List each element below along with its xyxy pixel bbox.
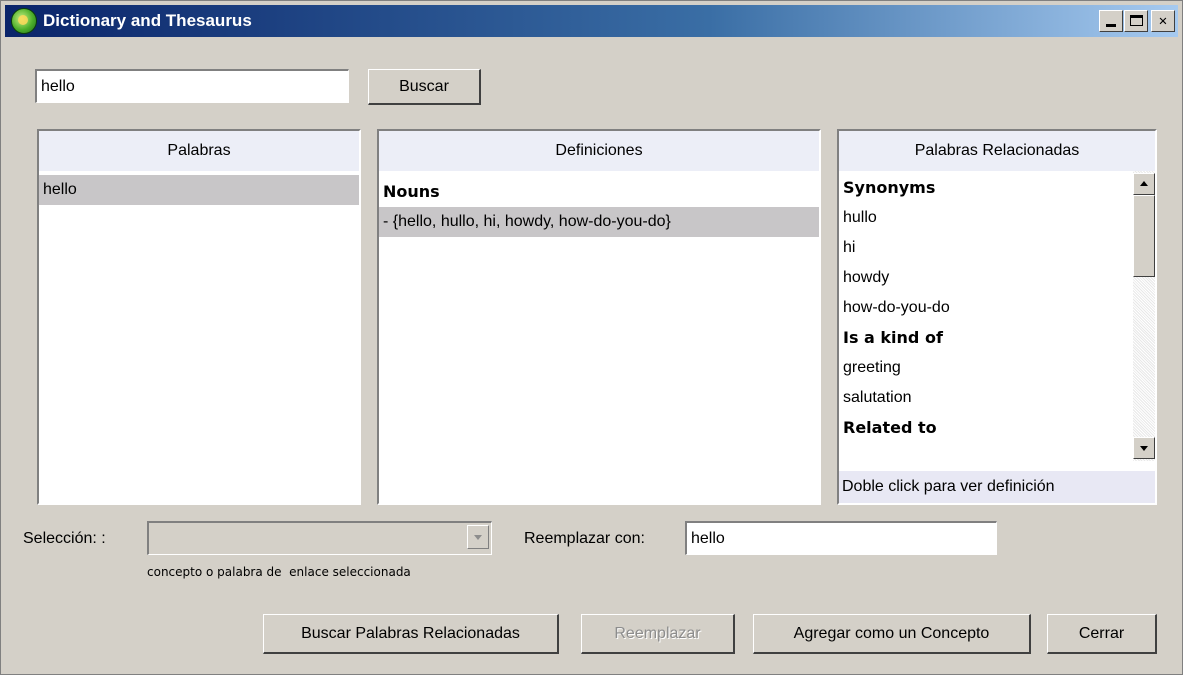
relacion-list-item[interactable]: hullo [839,203,1129,233]
maximize-icon [1130,15,1143,26]
arrow-down-icon [1140,446,1148,451]
relacion-list-item[interactable]: hi [839,233,1129,263]
close-icon: ✕ [1158,13,1168,29]
chevron-down-icon [474,535,482,540]
close-button[interactable]: ✕ [1151,10,1175,32]
definicion-list-item[interactable]: - {hello, hullo, hi, howdy, how-do-you-d… [379,207,819,237]
window-title: Dictionary and Thesaurus [43,11,252,30]
relacion-category-heading: Related to [843,418,937,437]
app-globe-icon[interactable] [11,8,37,34]
minimize-icon [1106,24,1116,27]
minimize-button[interactable] [1099,10,1123,32]
scroll-down-button[interactable] [1133,437,1155,459]
relacionadas-panel: Palabras Relacionadas Synonyms hullo hi how… [837,129,1157,505]
arrow-up-icon [1140,181,1148,186]
palabras-list[interactable]: hello [39,171,359,205]
dictionary-window: Dictionary and Thesaurus ✕ Buscar Palabr… [0,0,1183,675]
relacion-list-item[interactable]: how-do-you-do [839,293,1129,323]
definiciones-section-label: Nouns [383,182,440,201]
palabras-header: Palabras [39,131,359,171]
scroll-up-button[interactable] [1133,173,1155,195]
definiciones-list[interactable]: - {hello, hullo, hi, howdy, how-do-you-d… [379,207,819,237]
relacion-list-item[interactable]: howdy [839,263,1129,293]
search-button[interactable]: Buscar [368,69,481,105]
title-bar[interactable]: Dictionary and Thesaurus ✕ [5,5,1178,37]
definiciones-panel: Definiciones Nouns - {hello, hullo, hi, … [377,129,821,505]
maximize-button[interactable] [1124,10,1148,32]
seleccion-combobox[interactable] [147,521,492,555]
combo-dropdown-button[interactable] [467,525,489,549]
reemplazar-button[interactable]: Reemplazar [581,614,735,654]
relacion-category-heading: Synonyms [843,178,936,197]
relacionadas-list[interactable]: Synonyms hullo hi howdy how-do-you-do Is a ki… [839,171,1129,443]
search-input[interactable] [35,69,349,103]
agregar-concepto-button[interactable]: Agregar como un Concepto [753,614,1031,654]
relacionadas-scrollbar[interactable] [1133,171,1155,461]
palabras-list-item[interactable]: hello [39,175,359,205]
relacionadas-footer: Doble click para ver definición [839,471,1155,503]
reemplazar-label: Reemplazar con: [524,530,645,547]
cerrar-button[interactable]: Cerrar [1047,614,1157,654]
definiciones-header: Definiciones [379,131,819,171]
relacion-category-heading: Is a kind of [843,328,943,347]
palabras-panel: Palabras hello [37,129,361,505]
relacion-list-item[interactable]: salutation [839,383,1129,413]
scroll-thumb[interactable] [1133,195,1155,277]
relacionadas-header: Palabras Relacionadas [839,131,1155,171]
relacion-list-item[interactable]: greeting [839,353,1129,383]
reemplazar-input[interactable] [685,521,997,555]
seleccion-label: Selección: : [23,530,106,547]
buscar-relacionadas-button[interactable]: Buscar Palabras Relacionadas [263,614,559,654]
seleccion-hint: concepto o palabra de enlace seleccionad… [147,565,411,579]
